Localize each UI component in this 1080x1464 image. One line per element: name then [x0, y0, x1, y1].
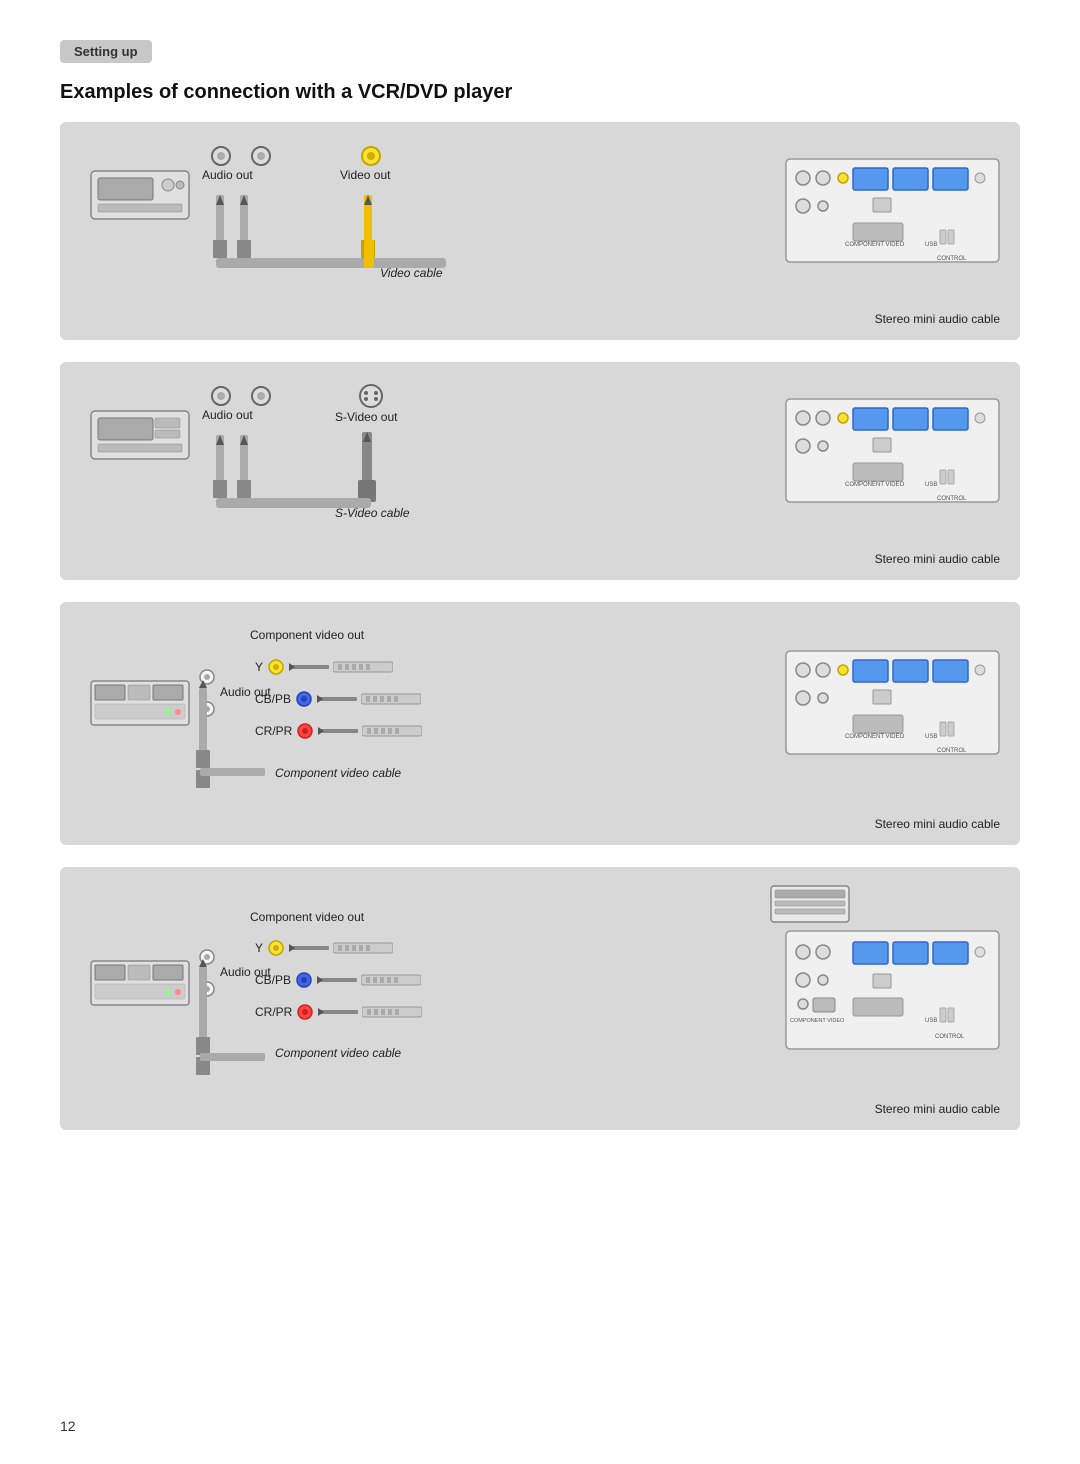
- video-cable-label-1: Video cable: [380, 266, 443, 280]
- svg-text:COMPONENT VIDEO: COMPONENT VIDEO: [845, 734, 905, 740]
- diagram-svideo: Audio out S-Video out: [60, 362, 1020, 580]
- svg-text:USB: USB: [925, 242, 937, 248]
- audio-out-label-2: Audio out: [202, 408, 253, 422]
- stereo-cable-label-1: Stereo mini audio cable: [80, 312, 1000, 326]
- projector-panel-1: COMPONENT VIDEO USB CONTROL: [785, 158, 1000, 266]
- section-header-text: Setting up: [74, 44, 138, 59]
- audio-connectors-4: [198, 948, 216, 998]
- dvd-device-2: [90, 960, 190, 1009]
- svg-text:CONTROL: CONTROL: [937, 748, 967, 754]
- audio-connectors-3: [198, 668, 216, 718]
- audio-out-connectors-2: [210, 385, 272, 407]
- svg-text:USB: USB: [925, 734, 937, 740]
- svg-text:CONTROL: CONTROL: [935, 1034, 965, 1040]
- section-header: Setting up: [60, 40, 152, 63]
- video-out-connector: [360, 145, 382, 170]
- stereo-cable-label-4: Stereo mini audio cable: [80, 1102, 1000, 1116]
- y-label-2: Y: [255, 941, 263, 955]
- diagram-composite: Audio out Video out: [60, 122, 1020, 340]
- cr-label-2: CR/PR: [255, 1005, 292, 1019]
- svg-text:CONTROL: CONTROL: [937, 496, 967, 502]
- vcr-device-1: [90, 170, 190, 223]
- svg-text:USB: USB: [925, 482, 937, 488]
- projector-panel-3: COMPONENT VIDEO USB CONTROL: [785, 650, 1000, 758]
- stereo-cable-label-2: Stereo mini audio cable: [80, 552, 1000, 566]
- svideo-cable-label: S-Video cable: [335, 506, 410, 520]
- svg-text:COMPONENT VIDEO: COMPONENT VIDEO: [790, 1018, 845, 1024]
- component-cable-label-2: Component video cable: [275, 1046, 401, 1060]
- projector-panel-4: COMPONENT VIDEO USB CONTROL: [785, 930, 1000, 1053]
- component-out-label-2: Component video out: [250, 910, 364, 924]
- audio-out-label-3: Audio out: [220, 685, 271, 699]
- svg-text:CONTROL: CONTROL: [937, 256, 967, 262]
- projector-panel-2: COMPONENT VIDEO USB CONTROL: [785, 398, 1000, 506]
- page-title-text: Examples of connection with a VCR/DVD pl…: [60, 81, 512, 103]
- svg-text:COMPONENT VIDEO: COMPONENT VIDEO: [845, 482, 905, 488]
- page-title: Examples of connection with a VCR/DVD pl…: [60, 81, 1020, 104]
- audio-out-label-4: Audio out: [220, 965, 271, 979]
- component-out-label-1: Component video out: [250, 628, 364, 642]
- video-out-label-1: Video out: [340, 168, 391, 182]
- component-connectors-1: Y CB/PB CR/PR: [255, 658, 422, 740]
- svg-text:USB: USB: [925, 1018, 937, 1024]
- page: Setting up Examples of connection with a…: [0, 0, 1080, 1464]
- y-label-1: Y: [255, 660, 263, 674]
- component-connectors-2: Y CB/PB CR/PR: [255, 939, 422, 1021]
- switch-box: [770, 885, 850, 926]
- page-number: 12: [60, 1418, 76, 1434]
- diagram-component-2: Component video out Y CB/PB CR/PR: [60, 867, 1020, 1130]
- svideo-out-label: S-Video out: [335, 410, 398, 424]
- vcr-device-2: [90, 410, 190, 463]
- audio-out-connectors: [210, 145, 272, 167]
- diagram-component-1: Component video out Y CB/PB: [60, 602, 1020, 845]
- svideo-out-connector: [358, 383, 384, 412]
- stereo-cable-label-3: Stereo mini audio cable: [80, 817, 1000, 831]
- svg-text:COMPONENT VIDEO: COMPONENT VIDEO: [845, 242, 905, 248]
- dvd-device-1: [90, 680, 190, 729]
- cr-label-1: CR/PR: [255, 724, 292, 738]
- audio-out-label-1: Audio out: [202, 168, 253, 182]
- component-cable-label-1: Component video cable: [275, 766, 401, 780]
